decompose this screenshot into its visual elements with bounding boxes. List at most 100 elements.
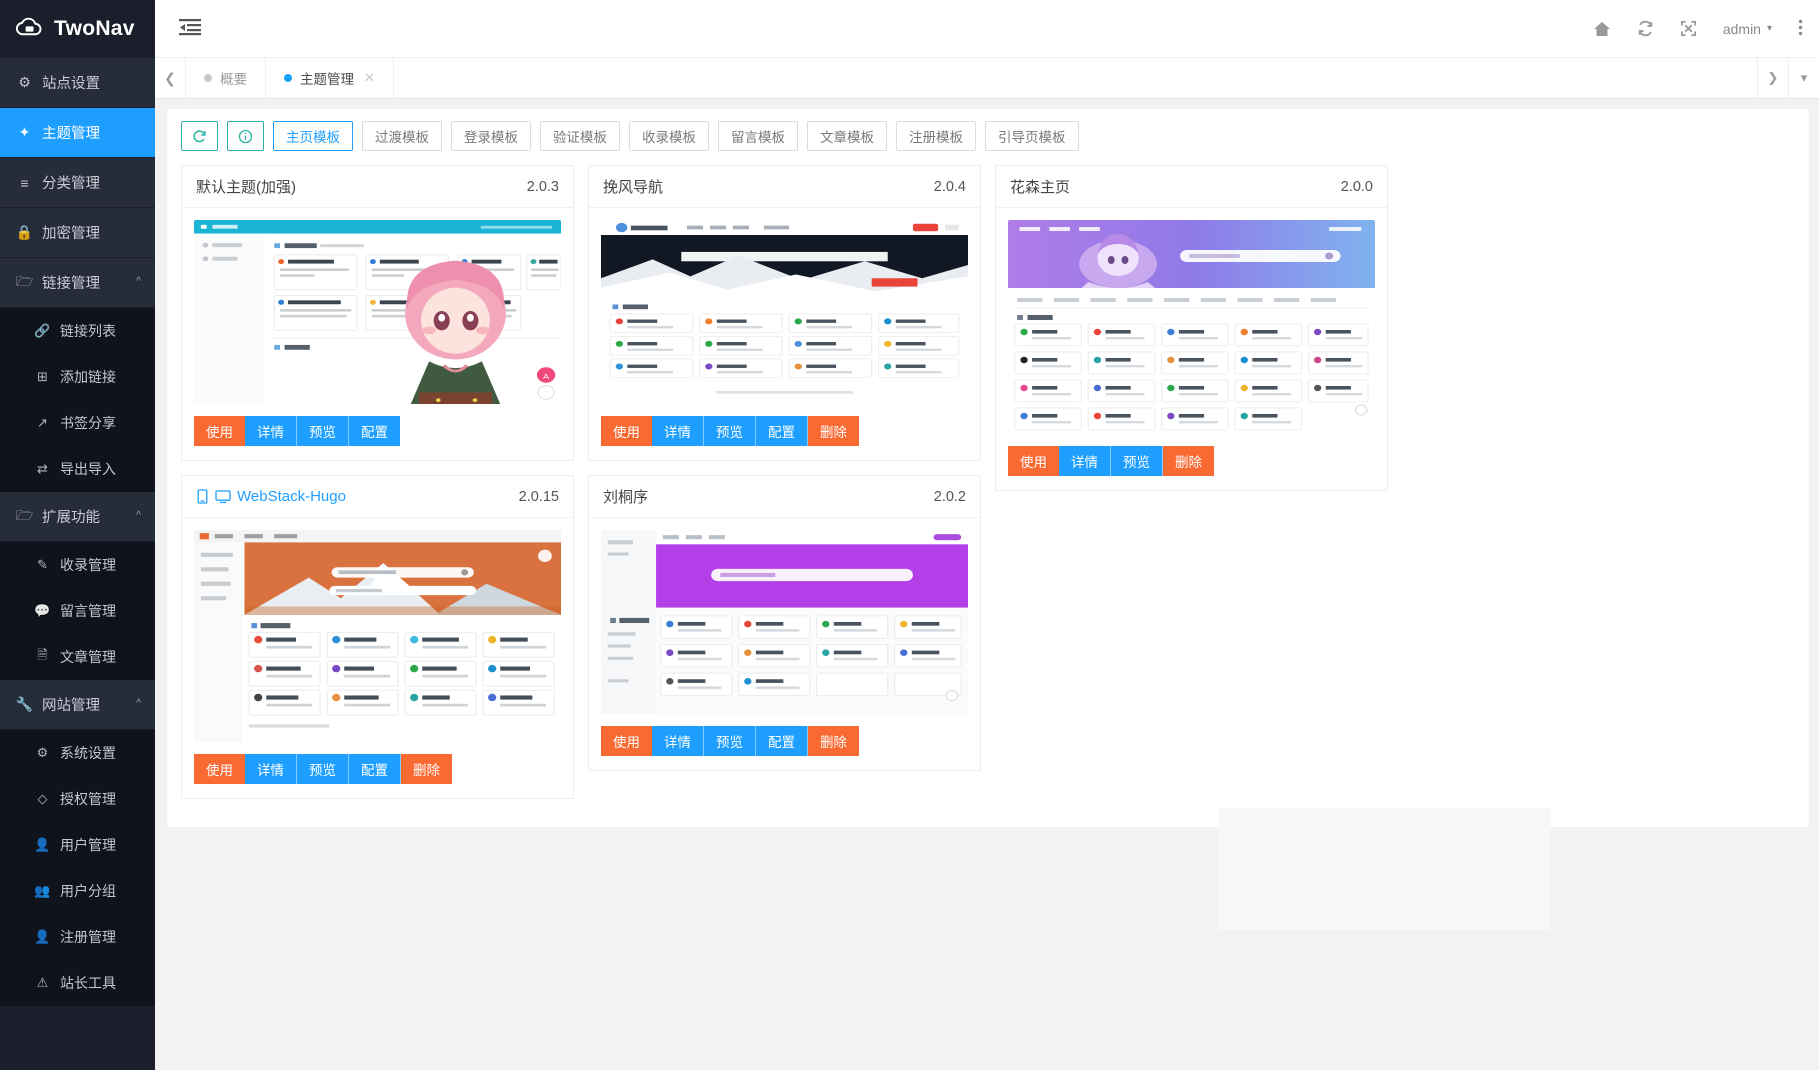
sidebar-subitem-collect-manage[interactable]: ✎ 收录管理 — [0, 542, 155, 588]
info-button[interactable] — [227, 121, 264, 151]
tab-dropdown[interactable]: ▾ — [1788, 58, 1819, 98]
top-header-right: admin ▾ — [1593, 19, 1803, 39]
theme-preview-wrap — [589, 208, 980, 410]
chevron-up-icon: ^ — [136, 276, 141, 287]
delete-button[interactable]: 删除 — [401, 754, 452, 784]
theme-title-wrap[interactable]: WebStack-Hugo — [196, 488, 346, 505]
delete-button[interactable]: 删除 — [808, 726, 859, 756]
tab-theme-manage[interactable]: 主题管理 ✕ — [266, 58, 394, 98]
sidebar-subitem-license-manage[interactable]: ◇ 授权管理 — [0, 776, 155, 822]
refresh-button[interactable] — [181, 121, 218, 151]
use-button[interactable]: 使用 — [194, 754, 245, 784]
mobile-icon — [196, 489, 209, 504]
sidebar-subitem-register-manage[interactable]: 👤 注册管理 — [0, 914, 155, 960]
filter-login-template[interactable]: 登录模板 — [451, 121, 531, 151]
sidebar-item-site-settings[interactable]: ⚙ 站点设置 — [0, 58, 155, 108]
sidebar-subitem-webmaster-tools[interactable]: ⚠ 站长工具 — [0, 960, 155, 1006]
sidebar-item-label: 主题管理 — [42, 126, 100, 142]
theme-version: 2.0.3 — [526, 178, 559, 195]
magic-wand-icon: ✦ — [18, 124, 31, 140]
details-button[interactable]: 详情 — [245, 416, 297, 446]
sidebar-item-website-manage[interactable]: 🔧 网站管理 ^ — [0, 680, 155, 730]
preview-button[interactable]: 预览 — [704, 726, 756, 756]
sidebar-item-label: 链接管理 — [42, 276, 100, 292]
theme-card-header: 刘桐序 2.0.2 — [589, 476, 980, 518]
diamond-icon: ◇ — [37, 791, 48, 806]
theme-preview-image[interactable] — [601, 220, 968, 404]
refresh-icon[interactable] — [1637, 20, 1654, 37]
use-button[interactable]: 使用 — [601, 416, 652, 446]
sidebar-item-encrypt-manage[interactable]: 🔒 加密管理 — [0, 208, 155, 258]
tab-scroll-left[interactable]: ❮ — [155, 58, 186, 98]
use-button[interactable]: 使用 — [601, 726, 652, 756]
sidebar-subitem-article-manage[interactable]: 🗎 文章管理 — [0, 634, 155, 680]
details-button[interactable]: 详情 — [1059, 446, 1111, 476]
details-button[interactable]: 详情 — [652, 416, 704, 446]
theme-card-actions: 使用 详情 预览 配置 删除 — [589, 720, 980, 770]
filter-collect-template[interactable]: 收录模板 — [629, 121, 709, 151]
theme-preview-image[interactable] — [194, 530, 561, 742]
external-link-icon: ↗ — [37, 415, 48, 430]
tab-overview[interactable]: 概要 — [186, 58, 266, 98]
filter-home-template[interactable]: 主页模板 — [273, 121, 353, 151]
filter-message-template[interactable]: 留言模板 — [718, 121, 798, 151]
toolbar: 主页模板 过渡模板 登录模板 验证模板 收录模板 留言模板 文章模板 注册模板 … — [181, 121, 1795, 151]
sidebar-item-label: 加密管理 — [42, 226, 100, 242]
details-button[interactable]: 详情 — [652, 726, 704, 756]
sidebar-subitem-add-link[interactable]: ⊞ 添加链接 — [0, 354, 155, 400]
exchange-icon: ⇄ — [37, 461, 48, 476]
cogs-icon: ⚙ — [36, 745, 49, 760]
filter-verify-template[interactable]: 验证模板 — [540, 121, 620, 151]
sidebar-subitem-label: 添加链接 — [60, 369, 116, 385]
sidebar-subitem-message-manage[interactable]: 💬 留言管理 — [0, 588, 155, 634]
theme-preview-image[interactable] — [601, 530, 968, 714]
sidebar-subitem-label: 注册管理 — [60, 929, 116, 945]
delete-button[interactable]: 删除 — [1163, 446, 1214, 476]
lock-icon: 🔒 — [15, 224, 34, 240]
indent-menu-icon[interactable] — [179, 18, 201, 40]
use-button[interactable]: 使用 — [1008, 446, 1059, 476]
use-button[interactable]: 使用 — [194, 416, 245, 446]
sidebar: TwoNav ⚙ 站点设置 ✦ 主题管理 ≡ 分类管理 🔒 加密管理 🗁 链接管… — [0, 0, 155, 1070]
details-button[interactable]: 详情 — [245, 754, 297, 784]
sidebar-subitem-bookmark-share[interactable]: ↗ 书签分享 — [0, 400, 155, 446]
fullscreen-icon[interactable] — [1680, 20, 1697, 37]
config-button[interactable]: 配置 — [349, 754, 401, 784]
gear-icon: ⚙ — [18, 74, 31, 90]
tab-scroll-right[interactable]: ❯ — [1757, 58, 1788, 98]
filter-register-template[interactable]: 注册模板 — [896, 121, 976, 151]
theme-title: 默认主题(加强) — [196, 179, 296, 196]
sidebar-item-category-manage[interactable]: ≡ 分类管理 — [0, 158, 155, 208]
theme-preview-wrap — [996, 208, 1387, 440]
sidebar-item-label: 扩展功能 — [42, 510, 100, 526]
preview-button[interactable]: 预览 — [1111, 446, 1163, 476]
sidebar-subitem-link-list[interactable]: 🔗 链接列表 — [0, 308, 155, 354]
sidebar-subitem-system-settings[interactable]: ⚙ 系统设置 — [0, 730, 155, 776]
theme-title: 花森主页 — [1010, 179, 1071, 196]
vertical-dots-icon[interactable] — [1798, 19, 1803, 39]
filter-article-template[interactable]: 文章模板 — [807, 121, 887, 151]
sidebar-item-extensions[interactable]: 🗁 扩展功能 ^ — [0, 492, 155, 542]
brand[interactable]: TwoNav — [0, 0, 155, 58]
config-button[interactable]: 配置 — [349, 416, 400, 446]
sidebar-subitem-export-import[interactable]: ⇄ 导出导入 — [0, 446, 155, 492]
user-menu[interactable]: admin ▾ — [1723, 21, 1772, 37]
theme-card-actions: 使用 详情 预览 配置 — [182, 410, 573, 460]
sidebar-subitem-user-manage[interactable]: 👤 用户管理 — [0, 822, 155, 868]
filter-guide-template[interactable]: 引导页模板 — [985, 121, 1079, 151]
preview-button[interactable]: 预览 — [704, 416, 756, 446]
preview-button[interactable]: 预览 — [297, 416, 349, 446]
subnav-extensions: ✎ 收录管理 💬 留言管理 🗎 文章管理 — [0, 542, 155, 680]
config-button[interactable]: 配置 — [756, 416, 808, 446]
filter-transition-template[interactable]: 过渡模板 — [362, 121, 442, 151]
sidebar-item-link-manage[interactable]: 🗁 链接管理 ^ — [0, 258, 155, 308]
config-button[interactable]: 配置 — [756, 726, 808, 756]
home-icon[interactable] — [1593, 20, 1611, 38]
preview-button[interactable]: 预览 — [297, 754, 349, 784]
delete-button[interactable]: 删除 — [808, 416, 859, 446]
theme-preview-image[interactable] — [1008, 220, 1375, 434]
close-icon[interactable]: ✕ — [364, 70, 375, 86]
sidebar-subitem-user-group[interactable]: 👥 用户分组 — [0, 868, 155, 914]
theme-preview-image[interactable]: A — [194, 220, 561, 404]
sidebar-item-theme-manage[interactable]: ✦ 主题管理 — [0, 108, 155, 158]
